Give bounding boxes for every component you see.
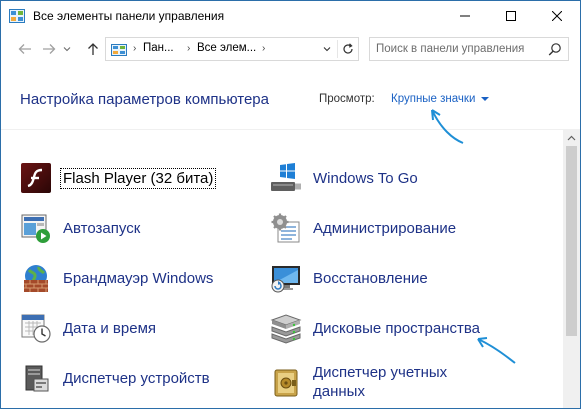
up-button[interactable]	[83, 39, 103, 59]
forward-button[interactable]	[39, 39, 59, 59]
refresh-button[interactable]	[337, 40, 357, 58]
back-arrow-icon	[18, 44, 31, 54]
chevron-right-icon[interactable]: ›	[133, 43, 136, 54]
scroll-thumb[interactable]	[566, 146, 577, 336]
control-panel-icon	[111, 43, 127, 56]
item-credential-manager[interactable]: Диспетчер учетных данных	[270, 363, 463, 401]
windows-to-go-icon	[271, 163, 301, 191]
address-history-button[interactable]	[320, 41, 334, 57]
view-by-dropdown[interactable]: Крупные значки	[391, 93, 490, 105]
item-flash-player[interactable]: Flash Player (32 бита)	[20, 161, 217, 195]
item-date-time[interactable]: Дата и время	[20, 311, 156, 345]
flash-player-icon	[21, 163, 51, 193]
item-label: Восстановление	[313, 269, 428, 287]
device-manager-icon	[25, 365, 49, 392]
close-icon	[552, 11, 562, 21]
item-label: Дисковые пространства	[313, 319, 481, 337]
window-title: Все элементы панели управления	[33, 9, 225, 23]
item-autoplay[interactable]: Автозапуск	[20, 211, 140, 245]
vertical-scrollbar[interactable]	[563, 130, 580, 408]
breadcrumb-all-items[interactable]: Все элем...	[197, 42, 256, 54]
control-panel-window: Все элементы панели управления › Пан... …	[0, 0, 581, 409]
annotation-arrow-icon	[477, 337, 516, 364]
breadcrumb-control-panel[interactable]: Пан...	[143, 42, 174, 54]
caret-down-icon	[481, 97, 490, 101]
annotation-arrow-icon	[431, 109, 464, 144]
item-storage-spaces[interactable]: Дисковые пространства	[270, 311, 480, 345]
autoplay-icon	[21, 214, 50, 243]
item-label: Диспетчер учетных данных	[313, 364, 448, 400]
chevron-down-icon	[63, 47, 71, 52]
search-box[interactable]	[369, 37, 569, 61]
back-button[interactable]	[15, 39, 35, 59]
page-title: Настройка параметров компьютера	[20, 91, 269, 108]
search-input[interactable]	[370, 38, 540, 60]
item-recovery[interactable]: Восстановление	[270, 261, 428, 295]
refresh-icon	[342, 43, 353, 54]
view-by-value: Крупные значки	[391, 93, 476, 105]
scroll-up-button[interactable]	[563, 130, 580, 146]
navigation-bar: › Пан... › Все элем... ›	[1, 31, 580, 67]
storage-spaces-icon	[270, 314, 302, 344]
firewall-icon	[24, 265, 48, 292]
item-administrative-tools[interactable]: Администрирование	[270, 211, 456, 245]
divider	[1, 129, 580, 130]
credential-manager-icon	[274, 369, 298, 397]
item-windows-firewall[interactable]: Брандмауэр Windows	[20, 261, 213, 295]
administrative-tools-icon	[271, 213, 300, 243]
item-label: Администрирование	[313, 219, 457, 237]
item-device-manager[interactable]: Диспетчер устройств	[20, 361, 210, 395]
control-panel-icon	[9, 9, 25, 23]
item-windows-to-go[interactable]: Windows To Go	[270, 161, 418, 195]
chevron-down-icon	[323, 47, 331, 52]
date-time-icon	[21, 314, 51, 343]
recent-locations-button[interactable]	[61, 39, 73, 59]
minimize-button[interactable]	[442, 1, 488, 31]
forward-arrow-icon	[43, 44, 56, 54]
view-by-label: Просмотр:	[319, 93, 375, 105]
item-label: Дата и время	[63, 319, 157, 337]
item-label: Windows To Go	[313, 169, 418, 187]
item-label: Диспетчер устройств	[63, 369, 210, 387]
search-icon[interactable]	[548, 42, 562, 56]
chevron-right-icon[interactable]: ›	[262, 43, 265, 54]
item-label: Брандмауэр Windows	[63, 269, 214, 287]
recovery-icon	[271, 266, 300, 293]
address-bar[interactable]: › Пан... › Все элем... ›	[105, 37, 359, 61]
item-label: Автозапуск	[63, 219, 141, 237]
maximize-icon	[506, 11, 516, 21]
close-button[interactable]	[534, 1, 580, 31]
title-bar[interactable]: Все элементы панели управления	[1, 1, 580, 31]
chevron-right-icon[interactable]: ›	[187, 43, 190, 54]
item-label: Flash Player (32 бита)	[59, 167, 217, 189]
maximize-button[interactable]	[488, 1, 534, 31]
chevron-up-icon	[567, 135, 576, 141]
minimize-icon	[460, 15, 470, 17]
up-arrow-icon	[88, 43, 98, 55]
